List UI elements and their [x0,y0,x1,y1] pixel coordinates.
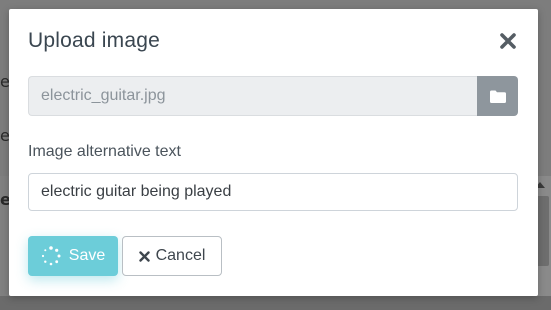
backdrop-bottom-bar [0,296,551,310]
close-button[interactable] [496,29,520,53]
close-icon [500,33,516,49]
file-name-field[interactable]: electric_guitar.jpg [28,76,477,116]
cancel-button[interactable]: Cancel [122,236,222,276]
folder-icon [489,90,506,103]
upload-image-dialog: Upload image electric_guitar.jpg Image a… [9,9,538,296]
spinner-icon [41,246,61,266]
file-input-group: electric_guitar.jpg [28,76,518,116]
cancel-button-label: Cancel [155,247,206,264]
browse-file-button[interactable] [477,76,518,116]
save-button[interactable]: Save [28,236,118,276]
alt-text-label: Image alternative text [28,143,181,160]
save-button-label: Save [68,247,106,264]
dialog-title: Upload image [28,29,160,52]
alt-text-input[interactable]: electric guitar being played [28,173,518,211]
close-icon [138,250,150,262]
